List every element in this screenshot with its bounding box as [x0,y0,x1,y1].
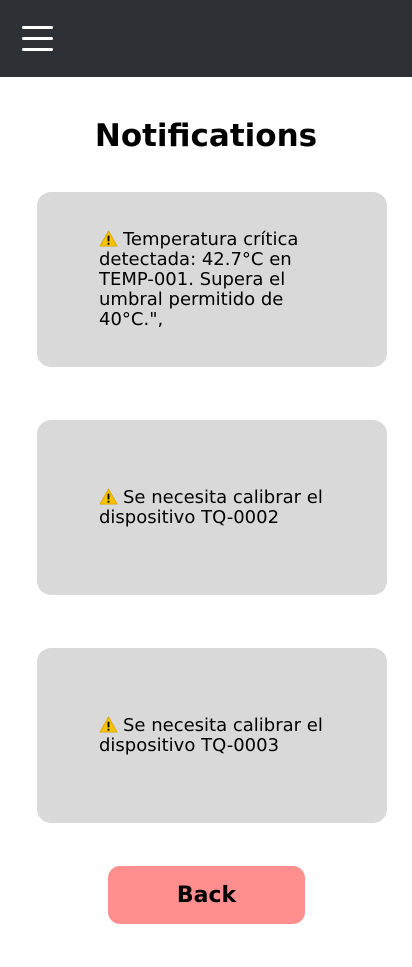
page-title: Notifications [94,118,318,154]
warning-icon [99,487,118,505]
notification-message: Temperatura crítica detectada: 42.7°C en… [99,228,351,330]
top-app-bar [0,0,412,77]
warning-icon [99,229,118,247]
notification-card: Temperatura crítica detectada: 42.7°C en… [37,192,387,367]
hamburger-menu-icon[interactable] [22,26,53,52]
notification-message: Se necesita calibrar el dispositivo TQ-0… [99,486,351,528]
notification-text: Se necesita calibrar el dispositivo TQ-0… [99,486,323,528]
notification-message: Se necesita calibrar el dispositivo TQ-0… [99,714,351,756]
warning-icon [99,715,118,733]
notification-card: Se necesita calibrar el dispositivo TQ-0… [37,420,387,595]
notification-card: Se necesita calibrar el dispositivo TQ-0… [37,648,387,823]
notification-text: Se necesita calibrar el dispositivo TQ-0… [99,714,323,756]
notification-text: Temperatura crítica detectada: 42.7°C en… [99,228,299,330]
back-button[interactable]: Back [108,866,305,924]
